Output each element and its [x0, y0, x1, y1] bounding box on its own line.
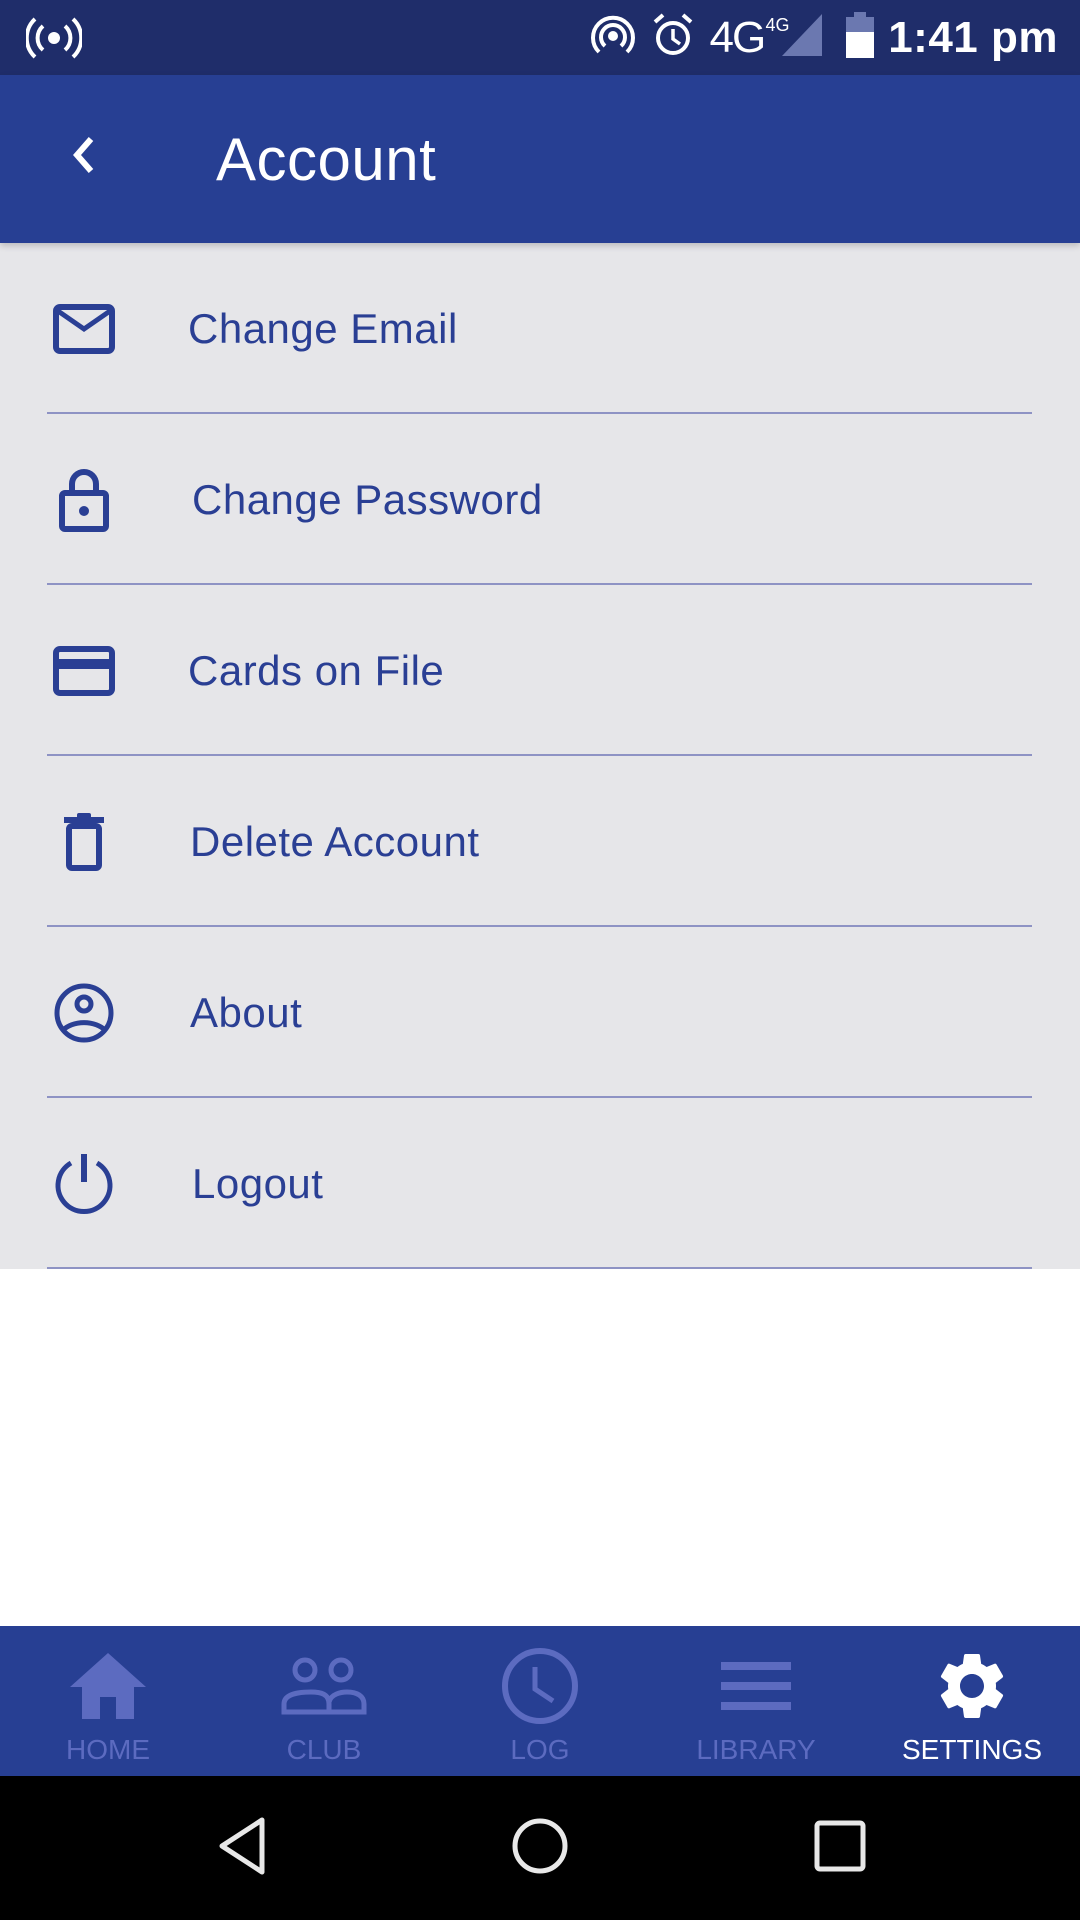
mail-icon — [50, 295, 118, 363]
trash-icon — [50, 808, 118, 876]
menu-item-label: About — [190, 988, 303, 1036]
menu-item-label: Change Email — [188, 304, 458, 352]
nav-tab-home[interactable]: HOME — [0, 1626, 216, 1776]
circle-home-icon — [510, 1816, 570, 1881]
square-recents-icon — [812, 1818, 868, 1879]
nav-tab-log[interactable]: LOG — [432, 1626, 648, 1776]
network-label: 4G — [709, 12, 767, 62]
app-bar: Account — [0, 75, 1080, 243]
menu-item-about[interactable]: About — [0, 927, 1080, 1098]
network-type: 4G 4G — [709, 12, 790, 63]
account-menu-list: Change Email Change Password Cards on Fi… — [0, 243, 1080, 1269]
nav-tab-settings[interactable]: SETTINGS — [864, 1626, 1080, 1776]
menu-item-delete-account[interactable]: Delete Account — [0, 756, 1080, 927]
user-circle-icon — [50, 979, 118, 1047]
credit-card-icon — [50, 637, 118, 705]
menu-lines-icon — [706, 1638, 806, 1734]
system-home-button[interactable] — [500, 1808, 580, 1888]
group-icon — [274, 1638, 374, 1734]
system-nav-bar — [0, 1776, 1080, 1920]
home-icon — [58, 1638, 158, 1734]
system-recents-button[interactable] — [800, 1808, 880, 1888]
nav-tab-label: HOME — [66, 1734, 150, 1765]
nav-tab-label: LIBRARY — [696, 1734, 816, 1765]
menu-item-change-password[interactable]: Change Password — [0, 414, 1080, 585]
clock-icon — [490, 1638, 590, 1734]
back-button[interactable] — [52, 125, 116, 189]
divider — [47, 1267, 1032, 1269]
menu-item-label: Delete Account — [190, 817, 480, 865]
page-title: Account — [216, 126, 437, 193]
menu-item-cards-on-file[interactable]: Cards on File — [0, 585, 1080, 756]
menu-item-label: Logout — [192, 1159, 324, 1207]
system-back-button[interactable] — [202, 1808, 282, 1888]
menu-item-label: Cards on File — [188, 646, 445, 694]
nav-tab-club[interactable]: CLUB — [216, 1626, 432, 1776]
battery-icon — [846, 12, 875, 63]
chevron-left-icon — [69, 135, 99, 180]
lock-icon — [50, 466, 118, 534]
triangle-back-icon — [214, 1816, 270, 1881]
network-sup-label: 4G — [765, 14, 790, 35]
menu-item-change-email[interactable]: Change Email — [0, 243, 1080, 414]
broadcast-icon — [24, 14, 84, 62]
status-time: 1:41 pm — [888, 12, 1058, 62]
nav-tab-label: SETTINGS — [901, 1734, 1042, 1765]
bottom-nav: HOME CLUB LOG LIBRARY SETTINGS — [0, 1626, 1080, 1776]
menu-item-label: Change Password — [192, 475, 543, 523]
nav-tab-label: CLUB — [286, 1734, 362, 1765]
power-icon — [50, 1150, 118, 1218]
nav-tab-library[interactable]: LIBRARY — [648, 1626, 864, 1776]
hotspot-icon — [590, 12, 636, 63]
menu-item-logout[interactable]: Logout — [0, 1098, 1080, 1269]
nav-tab-label: LOG — [510, 1734, 570, 1765]
gear-icon — [922, 1638, 1022, 1734]
alarm-icon — [650, 12, 696, 63]
status-bar: 4G 4G 1:41 pm — [0, 0, 1080, 75]
